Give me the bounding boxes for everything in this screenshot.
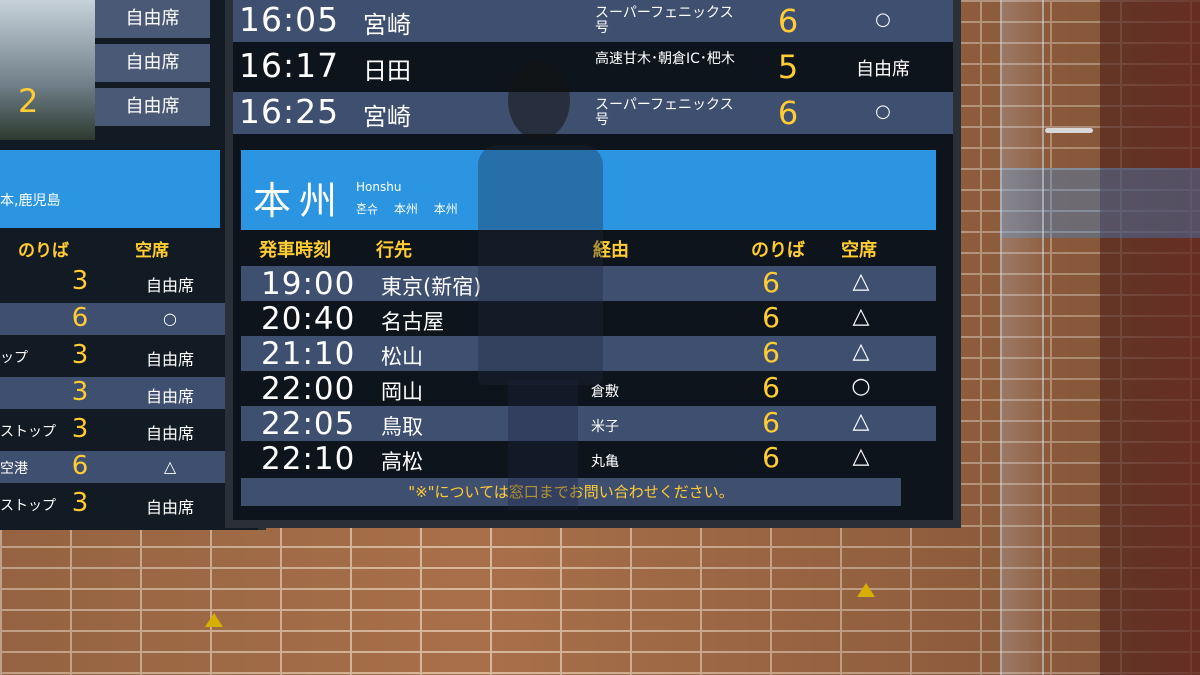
top-row-time: 16:05 bbox=[239, 0, 340, 39]
reflection-head bbox=[508, 60, 570, 140]
left-row-platform: 6 bbox=[71, 451, 89, 481]
top-row-via: 高速甘木･朝倉IC･杷木 bbox=[595, 51, 735, 67]
left-row-platform: 3 bbox=[71, 377, 89, 407]
departure-dest: 東京(新宿) bbox=[381, 275, 482, 299]
departure-time: 22:10 bbox=[261, 441, 356, 477]
left-row: ストップ 3 自由席 bbox=[0, 414, 238, 446]
left-row-seat: 自由席 bbox=[145, 424, 194, 443]
departure-time: 20:40 bbox=[261, 301, 356, 337]
left-top-number: 2 bbox=[18, 82, 39, 120]
left-row-seat: 自由席 bbox=[145, 498, 194, 517]
departure-seat: △ bbox=[852, 269, 870, 294]
left-row-platform: 6 bbox=[71, 303, 89, 333]
left-row-platform: 3 bbox=[71, 266, 89, 296]
left-top-cell: 自由席 bbox=[95, 88, 210, 126]
top-row-via: スーパーフェニックス号 bbox=[595, 5, 734, 36]
departure-seat: △ bbox=[852, 339, 870, 364]
top-row-seat: 自由席 bbox=[856, 59, 910, 80]
top-row-platform: 6 bbox=[777, 94, 799, 132]
left-row-seat: 自由席 bbox=[145, 350, 194, 369]
left-row: 6 ○ bbox=[0, 303, 238, 335]
top-row-dest: 日田 bbox=[363, 57, 411, 85]
departure-dest: 高松 bbox=[381, 450, 423, 474]
left-column-header: のりば 空席 bbox=[0, 236, 220, 261]
departure-platform: 6 bbox=[762, 406, 780, 439]
left-row: ストップ 3 自由席 bbox=[0, 488, 238, 520]
left-row: 3 自由席 bbox=[0, 266, 238, 298]
section-title: 本州 bbox=[253, 179, 346, 223]
top-row-seat: ○ bbox=[875, 101, 891, 122]
departure-dest: 名古屋 bbox=[381, 310, 444, 334]
left-header-seat: 空席 bbox=[135, 241, 169, 261]
left-row: ップ 3 自由席 bbox=[0, 340, 238, 372]
door-reflection bbox=[1100, 0, 1200, 675]
header-seat: 空席 bbox=[841, 240, 877, 261]
top-row-time: 16:25 bbox=[239, 92, 340, 131]
left-row: 3 自由席 bbox=[0, 377, 238, 409]
left-row-seat: 自由席 bbox=[145, 276, 194, 295]
departure-seat: △ bbox=[852, 444, 870, 469]
departure-dest: 岡山 bbox=[381, 380, 423, 404]
departure-platform: 6 bbox=[762, 336, 780, 369]
top-row-dest: 宮崎 bbox=[363, 11, 411, 39]
left-row-platform: 3 bbox=[71, 414, 89, 444]
left-row-seat: 自由席 bbox=[145, 387, 194, 406]
left-section-band: 本,鹿児島 bbox=[0, 150, 220, 228]
window-reflection bbox=[0, 0, 95, 140]
departure-platform: 6 bbox=[762, 301, 780, 334]
left-top-cell: 自由席 bbox=[95, 0, 210, 38]
left-row-platform: 3 bbox=[71, 488, 89, 518]
header-platform: のりば bbox=[751, 240, 805, 261]
departure-platform: 6 bbox=[762, 266, 780, 299]
glass-door-frame bbox=[1000, 0, 1044, 675]
departure-seat: △ bbox=[852, 304, 870, 329]
section-title-en: Honshu bbox=[356, 180, 402, 194]
departure-dest: 松山 bbox=[381, 345, 423, 369]
left-row-dest: ストップ bbox=[0, 424, 56, 440]
left-top-cells: 自由席 自由席 自由席 bbox=[95, 0, 210, 126]
door-handle[interactable] bbox=[1045, 128, 1093, 133]
left-row-dest: 空港 bbox=[0, 461, 28, 477]
departure-platform: 6 bbox=[762, 441, 780, 474]
reflection-legs bbox=[508, 380, 578, 510]
departure-seat: ○ bbox=[851, 374, 871, 399]
top-row-seat: ○ bbox=[875, 9, 891, 30]
left-row-platform: 3 bbox=[71, 340, 89, 370]
section-title-sub: 혼슈 本州 本州 bbox=[356, 202, 458, 216]
departure-time: 19:00 bbox=[261, 266, 356, 302]
departure-time: 22:05 bbox=[261, 406, 356, 442]
departure-platform: 6 bbox=[762, 371, 780, 404]
left-header-platform: のりば bbox=[18, 241, 69, 261]
departure-dest: 鳥取 bbox=[381, 415, 423, 439]
reflection-body bbox=[478, 145, 603, 385]
left-row-dest: ップ bbox=[0, 350, 28, 366]
top-row-dest: 宮崎 bbox=[363, 103, 411, 131]
departure-time: 21:10 bbox=[261, 336, 356, 372]
person-reflection bbox=[478, 60, 608, 510]
warning-sign-icon bbox=[857, 575, 875, 599]
top-row-time: 16:17 bbox=[239, 46, 340, 85]
left-row: 空港 6 △ bbox=[0, 451, 238, 483]
top-row-platform: 6 bbox=[777, 2, 799, 40]
departure-seat: △ bbox=[852, 409, 870, 434]
header-dest: 行先 bbox=[376, 240, 412, 261]
left-row-dest: ストップ bbox=[0, 498, 56, 514]
left-row-seat: ○ bbox=[163, 309, 177, 328]
top-row-platform: 5 bbox=[777, 48, 799, 86]
top-row: 16:05 宮崎 スーパーフェニックス号 6 ○ bbox=[233, 0, 953, 42]
departure-time: 22:00 bbox=[261, 371, 356, 407]
left-band-text: 本,鹿児島 bbox=[0, 193, 61, 209]
top-row-via: スーパーフェニックス号 bbox=[595, 97, 734, 128]
left-top-cell: 自由席 bbox=[95, 44, 210, 82]
left-row-seat: △ bbox=[163, 457, 177, 476]
header-time: 発車時刻 bbox=[259, 240, 331, 261]
warning-sign-icon bbox=[205, 605, 223, 629]
